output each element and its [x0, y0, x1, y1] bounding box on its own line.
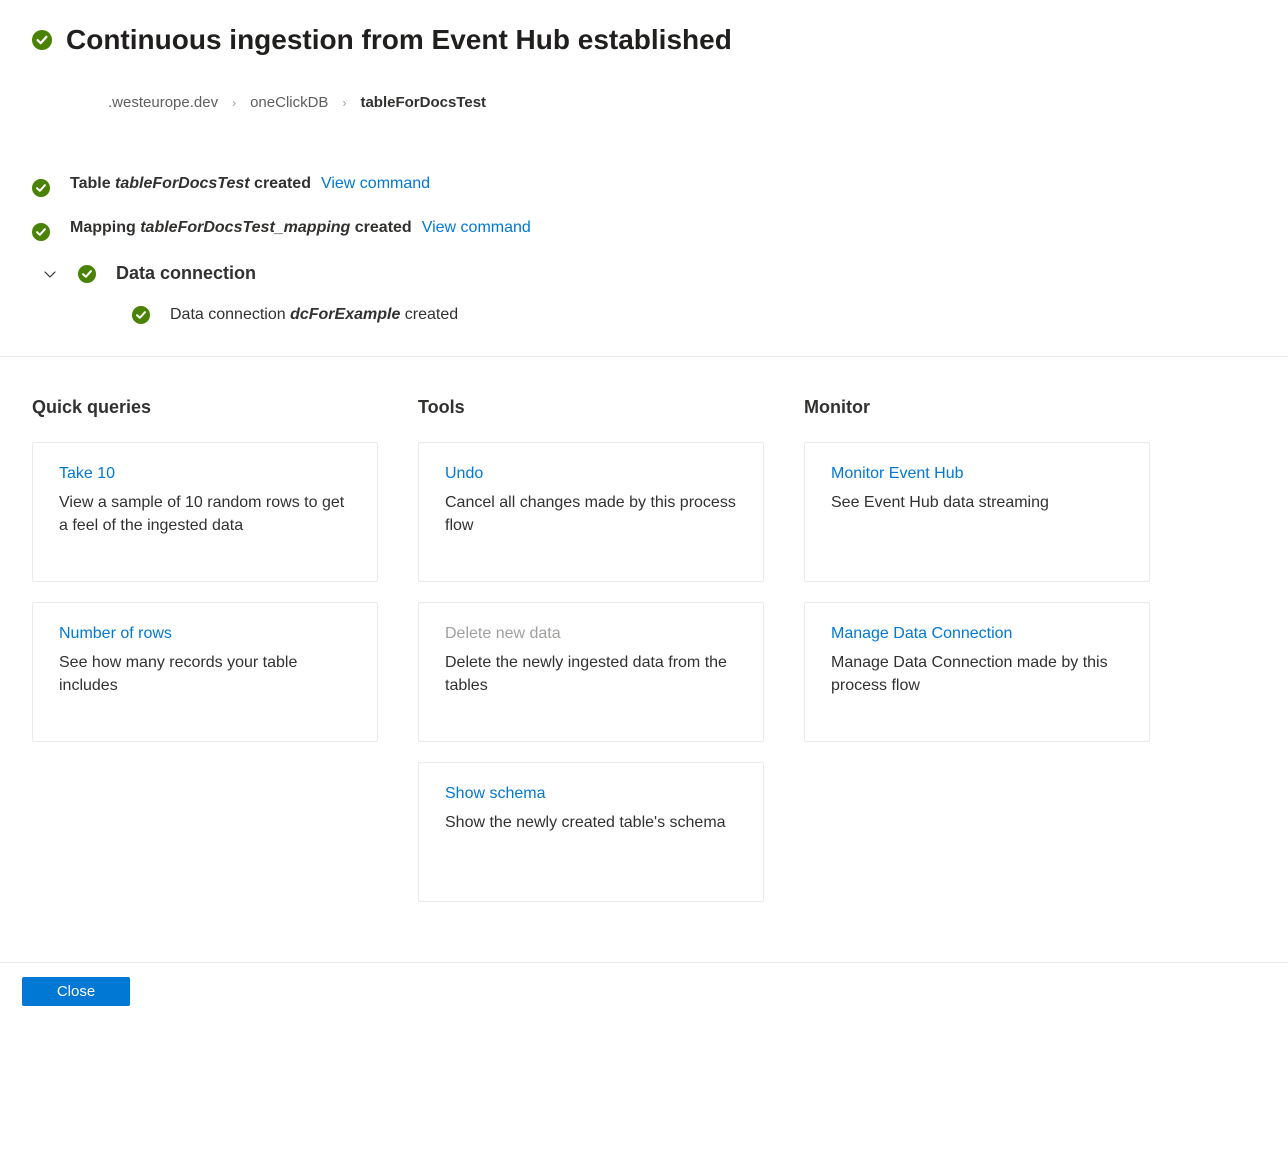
- status-mapping-created: Mapping tableForDocsTest_mapping created…: [32, 219, 1256, 241]
- card-undo-title: Undo: [445, 465, 737, 483]
- success-check-icon: [78, 265, 96, 283]
- card-manage-data-connection-desc: Manage Data Connection made by this proc…: [831, 651, 1123, 697]
- data-connection-section[interactable]: Data connection: [32, 263, 1256, 284]
- card-undo-desc: Cancel all changes made by this process …: [445, 491, 737, 537]
- view-command-table-link[interactable]: View command: [321, 175, 430, 193]
- monitor-title: Monitor: [804, 397, 1150, 418]
- card-show-schema-title: Show schema: [445, 785, 737, 803]
- success-check-icon: [32, 223, 50, 241]
- card-undo[interactable]: Undo Cancel all changes made by this pro…: [418, 442, 764, 582]
- success-check-icon: [132, 306, 150, 324]
- data-connection-label: Data connection: [116, 263, 256, 284]
- card-monitor-event-hub-desc: See Event Hub data streaming: [831, 491, 1123, 514]
- breadcrumb-database[interactable]: oneClickDB: [250, 94, 328, 111]
- breadcrumb-table: tableForDocsTest: [360, 94, 486, 111]
- success-check-icon: [32, 30, 52, 50]
- view-command-mapping-link[interactable]: View command: [422, 219, 531, 237]
- card-delete-new-data-desc: Delete the newly ingested data from the …: [445, 651, 737, 697]
- status-table-text: Table tableForDocsTest created: [70, 175, 311, 193]
- status-data-connection-text: Data connection dcForExample created: [170, 306, 458, 324]
- card-manage-data-connection-title: Manage Data Connection: [831, 625, 1123, 643]
- card-delete-new-data[interactable]: Delete new data Delete the newly ingeste…: [418, 602, 764, 742]
- card-number-of-rows-title: Number of rows: [59, 625, 351, 643]
- tools-column: Tools Undo Cancel all changes made by th…: [418, 397, 764, 922]
- status-data-connection-created: Data connection dcForExample created: [132, 306, 1256, 324]
- card-show-schema[interactable]: Show schema Show the newly created table…: [418, 762, 764, 902]
- divider: [0, 356, 1288, 357]
- quick-queries-title: Quick queries: [32, 397, 378, 418]
- breadcrumb-cluster[interactable]: .westeurope.dev: [108, 94, 218, 111]
- card-take-10-desc: View a sample of 10 random rows to get a…: [59, 491, 351, 537]
- card-monitor-event-hub-title: Monitor Event Hub: [831, 465, 1123, 483]
- card-monitor-event-hub[interactable]: Monitor Event Hub See Event Hub data str…: [804, 442, 1150, 582]
- page-title: Continuous ingestion from Event Hub esta…: [66, 24, 732, 56]
- card-number-of-rows[interactable]: Number of rows See how many records your…: [32, 602, 378, 742]
- success-check-icon: [32, 179, 50, 197]
- card-take-10-title: Take 10: [59, 465, 351, 483]
- card-manage-data-connection[interactable]: Manage Data Connection Manage Data Conne…: [804, 602, 1150, 742]
- card-delete-new-data-title: Delete new data: [445, 625, 737, 643]
- chevron-down-icon: [42, 266, 58, 282]
- card-take-10[interactable]: Take 10 View a sample of 10 random rows …: [32, 442, 378, 582]
- chevron-right-icon: ›: [232, 96, 236, 110]
- quick-queries-column: Quick queries Take 10 View a sample of 1…: [32, 397, 378, 922]
- chevron-right-icon: ›: [342, 96, 346, 110]
- tools-title: Tools: [418, 397, 764, 418]
- card-show-schema-desc: Show the newly created table's schema: [445, 811, 737, 834]
- monitor-column: Monitor Monitor Event Hub See Event Hub …: [804, 397, 1150, 922]
- status-mapping-text: Mapping tableForDocsTest_mapping created: [70, 219, 412, 237]
- card-number-of-rows-desc: See how many records your table includes: [59, 651, 351, 697]
- status-table-created: Table tableForDocsTest created View comm…: [32, 175, 1256, 197]
- breadcrumb: .westeurope.dev › oneClickDB › tableForD…: [108, 94, 1256, 111]
- close-button[interactable]: Close: [22, 977, 130, 1006]
